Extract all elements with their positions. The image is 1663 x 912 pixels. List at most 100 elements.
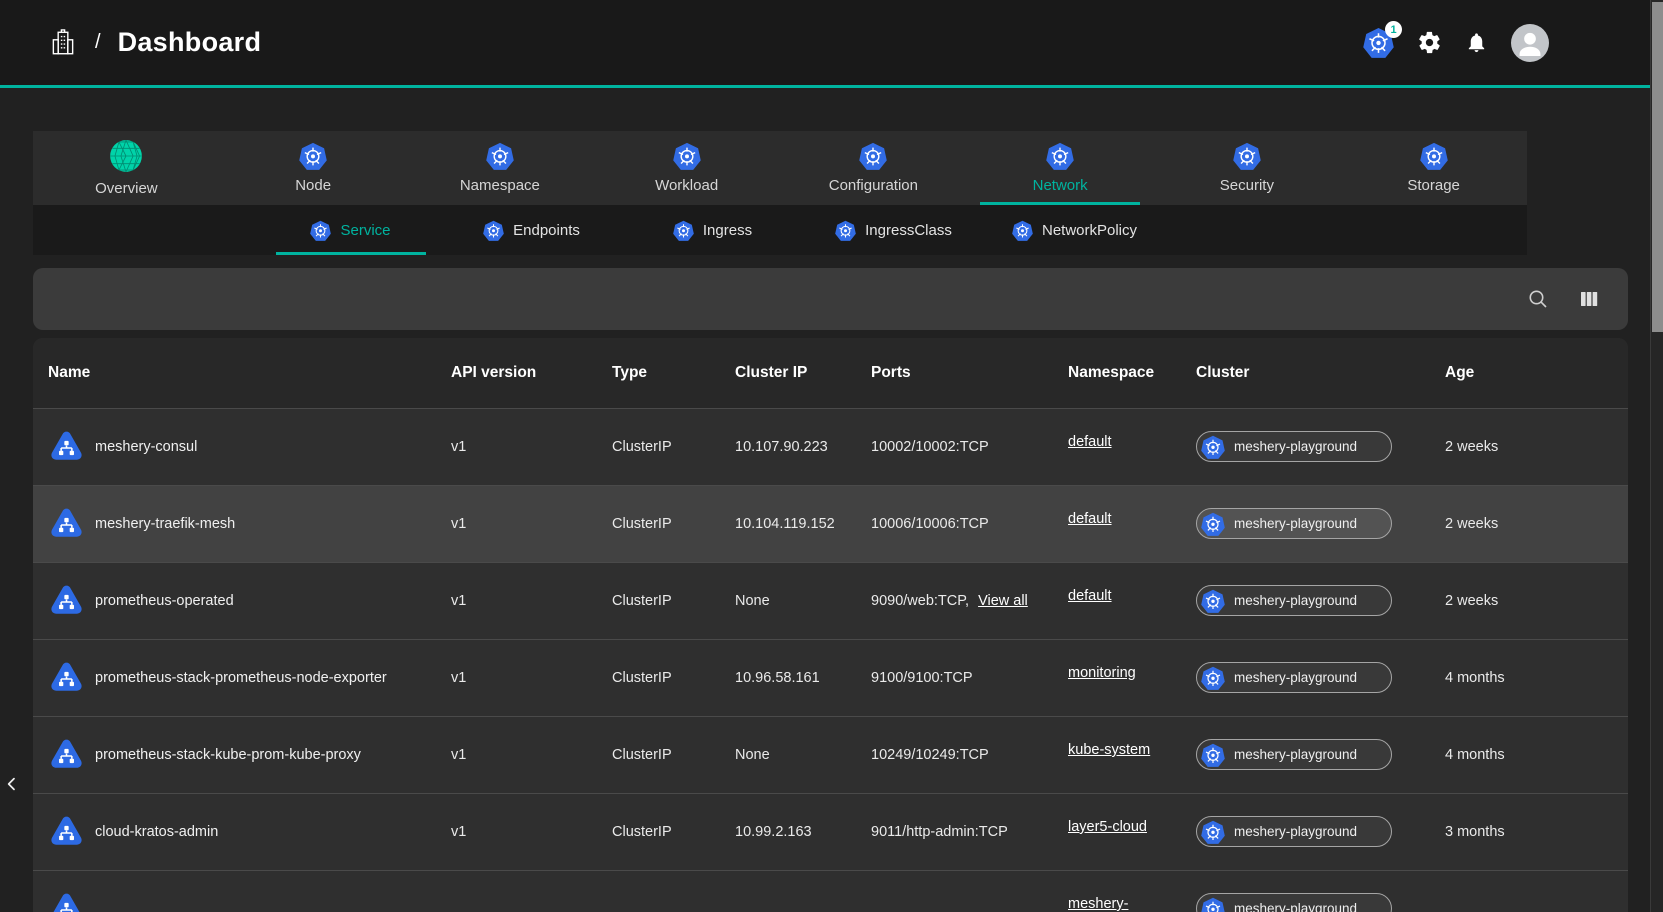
service-name: prometheus-stack-prometheus-node-exporte… [95,670,387,686]
namespace-cell: meshery- [1068,901,1196,912]
page-scrollbar [1650,0,1663,912]
column-header-type[interactable]: Type [612,364,735,382]
app-header: / Dashboard 1 [0,0,1663,88]
age-cell: 4 months [1445,747,1628,763]
cluster-cell: meshery-playground [1196,431,1445,463]
cluster-cell: meshery-playground [1196,662,1445,694]
type-cell: ClusterIP [612,516,735,532]
tab-node[interactable]: Node [220,131,407,205]
tab-workload[interactable]: Workload [593,131,780,205]
scrollbar-thumb[interactable] [1652,2,1663,332]
cluster-chip[interactable]: meshery-playground [1196,739,1392,770]
meshery-logo-icon [109,139,143,173]
avatar-icon [1511,24,1549,62]
search-button[interactable] [1526,287,1550,311]
settings-button[interactable] [1417,30,1442,55]
namespace-cell: default [1068,516,1196,532]
tab-label: Security [1220,177,1274,194]
page-title: Dashboard [118,27,262,58]
namespace-link[interactable]: default [1068,511,1112,527]
service-name: cloud-kratos-admin [95,824,218,840]
namespace-link[interactable]: monitoring [1068,665,1136,681]
subtab-endpoints[interactable]: Endpoints [441,205,622,255]
cluster-chip-label: meshery-playground [1234,670,1357,685]
table-row[interactable]: prometheus-operated v1 ClusterIP None 90… [33,562,1628,639]
collapse-drawer-button[interactable] [4,772,20,796]
subtab-label: Ingress [703,222,752,239]
kubernetes-icon [1201,820,1225,844]
cluster-chip[interactable]: meshery-playground [1196,816,1392,847]
table-row[interactable]: cloud-kratos-admin v1 ClusterIP 10.99.2.… [33,793,1628,870]
name-cell: cloud-kratos-admin [33,814,451,851]
subtab-networkpolicy[interactable]: NetworkPolicy [984,205,1165,255]
column-header-cluster-ip[interactable]: Cluster IP [735,364,871,382]
cluster-chip[interactable]: meshery-playground [1196,431,1392,462]
api-version-cell: v1 [451,593,612,609]
tab-label: Node [295,177,331,194]
tab-storage[interactable]: Storage [1340,131,1527,205]
column-header-age[interactable]: Age [1445,364,1628,382]
table-row[interactable]: meshery- meshery-playground [33,870,1628,912]
column-header-cluster[interactable]: Cluster [1196,364,1445,382]
cluster-cell: meshery-playground [1196,739,1445,771]
type-cell: ClusterIP [612,439,735,455]
kubernetes-icon [486,142,514,170]
view-all-link[interactable]: View all [978,593,1028,609]
service-name: prometheus-stack-kube-prom-kube-proxy [95,747,361,763]
table-row[interactable]: prometheus-stack-kube-prom-kube-proxy v1… [33,716,1628,793]
column-header-ports[interactable]: Ports [871,364,1068,382]
cluster-cell: meshery-playground [1196,508,1445,540]
tab-label: Workload [655,177,718,194]
building-icon[interactable] [48,28,78,58]
ports-cell: 9090/web:TCP,View all [871,593,1068,609]
table-row[interactable]: prometheus-stack-prometheus-node-exporte… [33,639,1628,716]
namespace-cell: default [1068,439,1196,455]
cluster-chip[interactable]: meshery-playground [1196,585,1392,616]
tab-configuration[interactable]: Configuration [780,131,967,205]
bell-icon [1465,31,1488,54]
service-icon [48,891,85,912]
kubernetes-icon [299,142,327,170]
tab-namespace[interactable]: Namespace [407,131,594,205]
kubernetes-icon [835,220,856,241]
view-columns-button[interactable] [1577,287,1601,311]
kubernetes-icon [1233,142,1261,170]
table-header-row: NameAPI versionTypeCluster IPPortsNamesp… [33,338,1628,408]
tab-network[interactable]: Network [967,131,1154,205]
user-avatar[interactable] [1511,24,1549,62]
column-header-name[interactable]: Name [33,364,451,382]
namespace-link[interactable]: layer5-cloud [1068,819,1147,835]
namespace-cell: kube-system [1068,747,1196,763]
tab-overview[interactable]: Overview [33,131,220,205]
namespace-link[interactable]: default [1068,434,1112,450]
cluster-chip[interactable]: meshery-playground [1196,893,1392,912]
column-header-namespace[interactable]: Namespace [1068,364,1196,382]
namespace-link[interactable]: default [1068,588,1112,604]
tab-label: Namespace [460,177,540,194]
cluster-chip[interactable]: meshery-playground [1196,662,1392,693]
subtab-ingressclass[interactable]: IngressClass [803,205,984,255]
ports-cell: 9011/http-admin:TCP [871,824,1068,840]
kubernetes-context-button[interactable]: 1 [1363,27,1394,58]
search-icon [1526,287,1550,311]
service-name: prometheus-operated [95,593,234,609]
cluster-chip[interactable]: meshery-playground [1196,508,1392,539]
tab-security[interactable]: Security [1154,131,1341,205]
kubernetes-icon [1046,142,1074,170]
column-header-api-version[interactable]: API version [451,364,612,382]
subtab-ingress[interactable]: Ingress [622,205,803,255]
type-cell: ClusterIP [612,824,735,840]
cluster-ip-cell: 10.96.58.161 [735,670,871,686]
cluster-ip-cell: None [735,747,871,763]
tab-label: Overview [95,180,158,197]
namespace-link[interactable]: kube-system [1068,742,1150,758]
table-row[interactable]: meshery-traefik-mesh v1 ClusterIP 10.104… [33,485,1628,562]
kubernetes-icon [1201,512,1225,536]
table-row[interactable]: meshery-consul v1 ClusterIP 10.107.90.22… [33,408,1628,485]
kubernetes-icon [1201,666,1225,690]
subtab-service[interactable]: Service [260,205,441,255]
cluster-ip-cell: 10.107.90.223 [735,439,871,455]
notifications-button[interactable] [1465,31,1488,54]
namespace-link[interactable]: meshery- [1068,896,1128,912]
name-cell: meshery-consul [33,429,451,466]
